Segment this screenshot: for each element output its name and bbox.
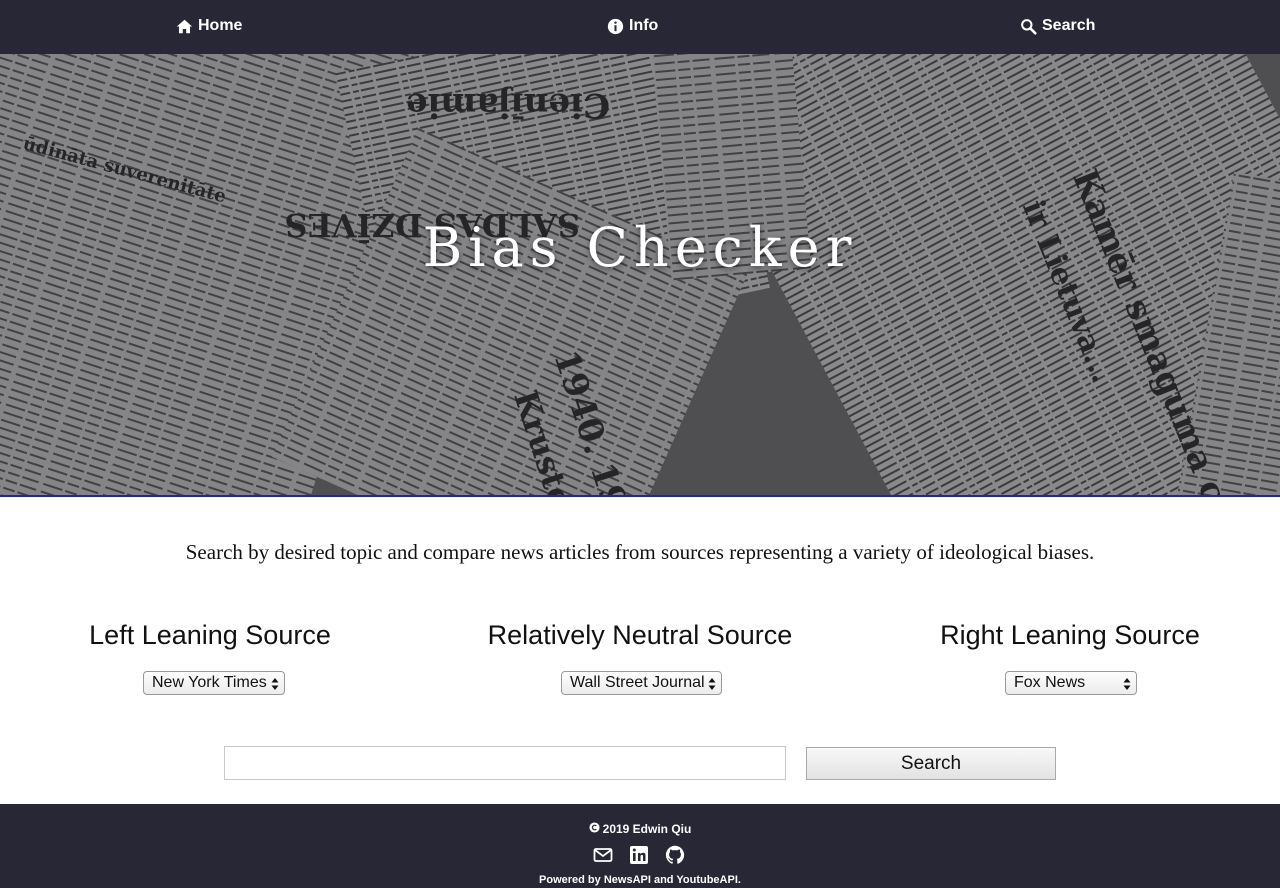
topic-search-input[interactable] [224,746,786,780]
neutral-source-column: Relatively Neutral Source Wall Street Jo… [430,618,850,695]
footer-social-links [593,845,685,865]
neutral-source-selected-value: Wall Street Journal [570,674,705,691]
neutral-source-heading: Relatively Neutral Source [487,620,793,650]
neutral-source-select[interactable]: Wall Street Journal [561,671,722,695]
right-source-heading: Right Leaning Source [940,620,1200,650]
hero-banner: Cienījamie SALDAS DZĪVES 1940. 1990. Kru… [0,54,1280,497]
select-arrows-icon [708,678,716,690]
powered-by-text: Powered by NewsAPI and YoutubeAPI. [539,874,741,886]
left-source-selected-value: New York Times [152,674,267,691]
page-title: Bias Checker [422,216,858,279]
top-navbar: Home Info Search [0,0,1280,54]
select-arrows-icon [1123,678,1131,690]
nav-search-link[interactable]: Search [1020,15,1095,37]
github-icon[interactable] [665,845,685,865]
copyright-line: 2019 Edwin Qiu [0,822,1280,836]
right-source-selected-value: Fox News [1014,674,1086,691]
left-source-select[interactable]: New York Times [143,671,285,695]
nav-search-label: Search [1042,17,1096,34]
tagline-text: Search by desired topic and compare news… [185,540,1095,564]
copyright-text: 2019 Edwin Qiu [602,822,692,836]
nav-home-label: Home [198,17,243,34]
right-source-select[interactable]: Fox News [1005,671,1137,695]
search-icon [1020,18,1037,35]
right-source-column: Right Leaning Source Fox News [860,618,1280,695]
home-icon [176,18,193,35]
info-circle-icon [607,18,624,35]
page-footer: 2019 Edwin Qiu Powered by NewsAPI and Yo… [0,804,1280,888]
search-button[interactable]: Search [806,747,1056,780]
nav-info-label: Info [629,17,659,34]
left-source-column: Left Leaning Source New York Times [0,618,420,695]
nav-home-link[interactable]: Home [176,15,242,37]
select-arrows-icon [271,678,279,690]
envelope-icon[interactable] [593,845,613,865]
nav-info-link[interactable]: Info [607,15,658,37]
left-source-heading: Left Leaning Source [89,620,331,650]
linkedin-icon[interactable] [629,845,649,865]
copyright-icon [589,822,600,836]
